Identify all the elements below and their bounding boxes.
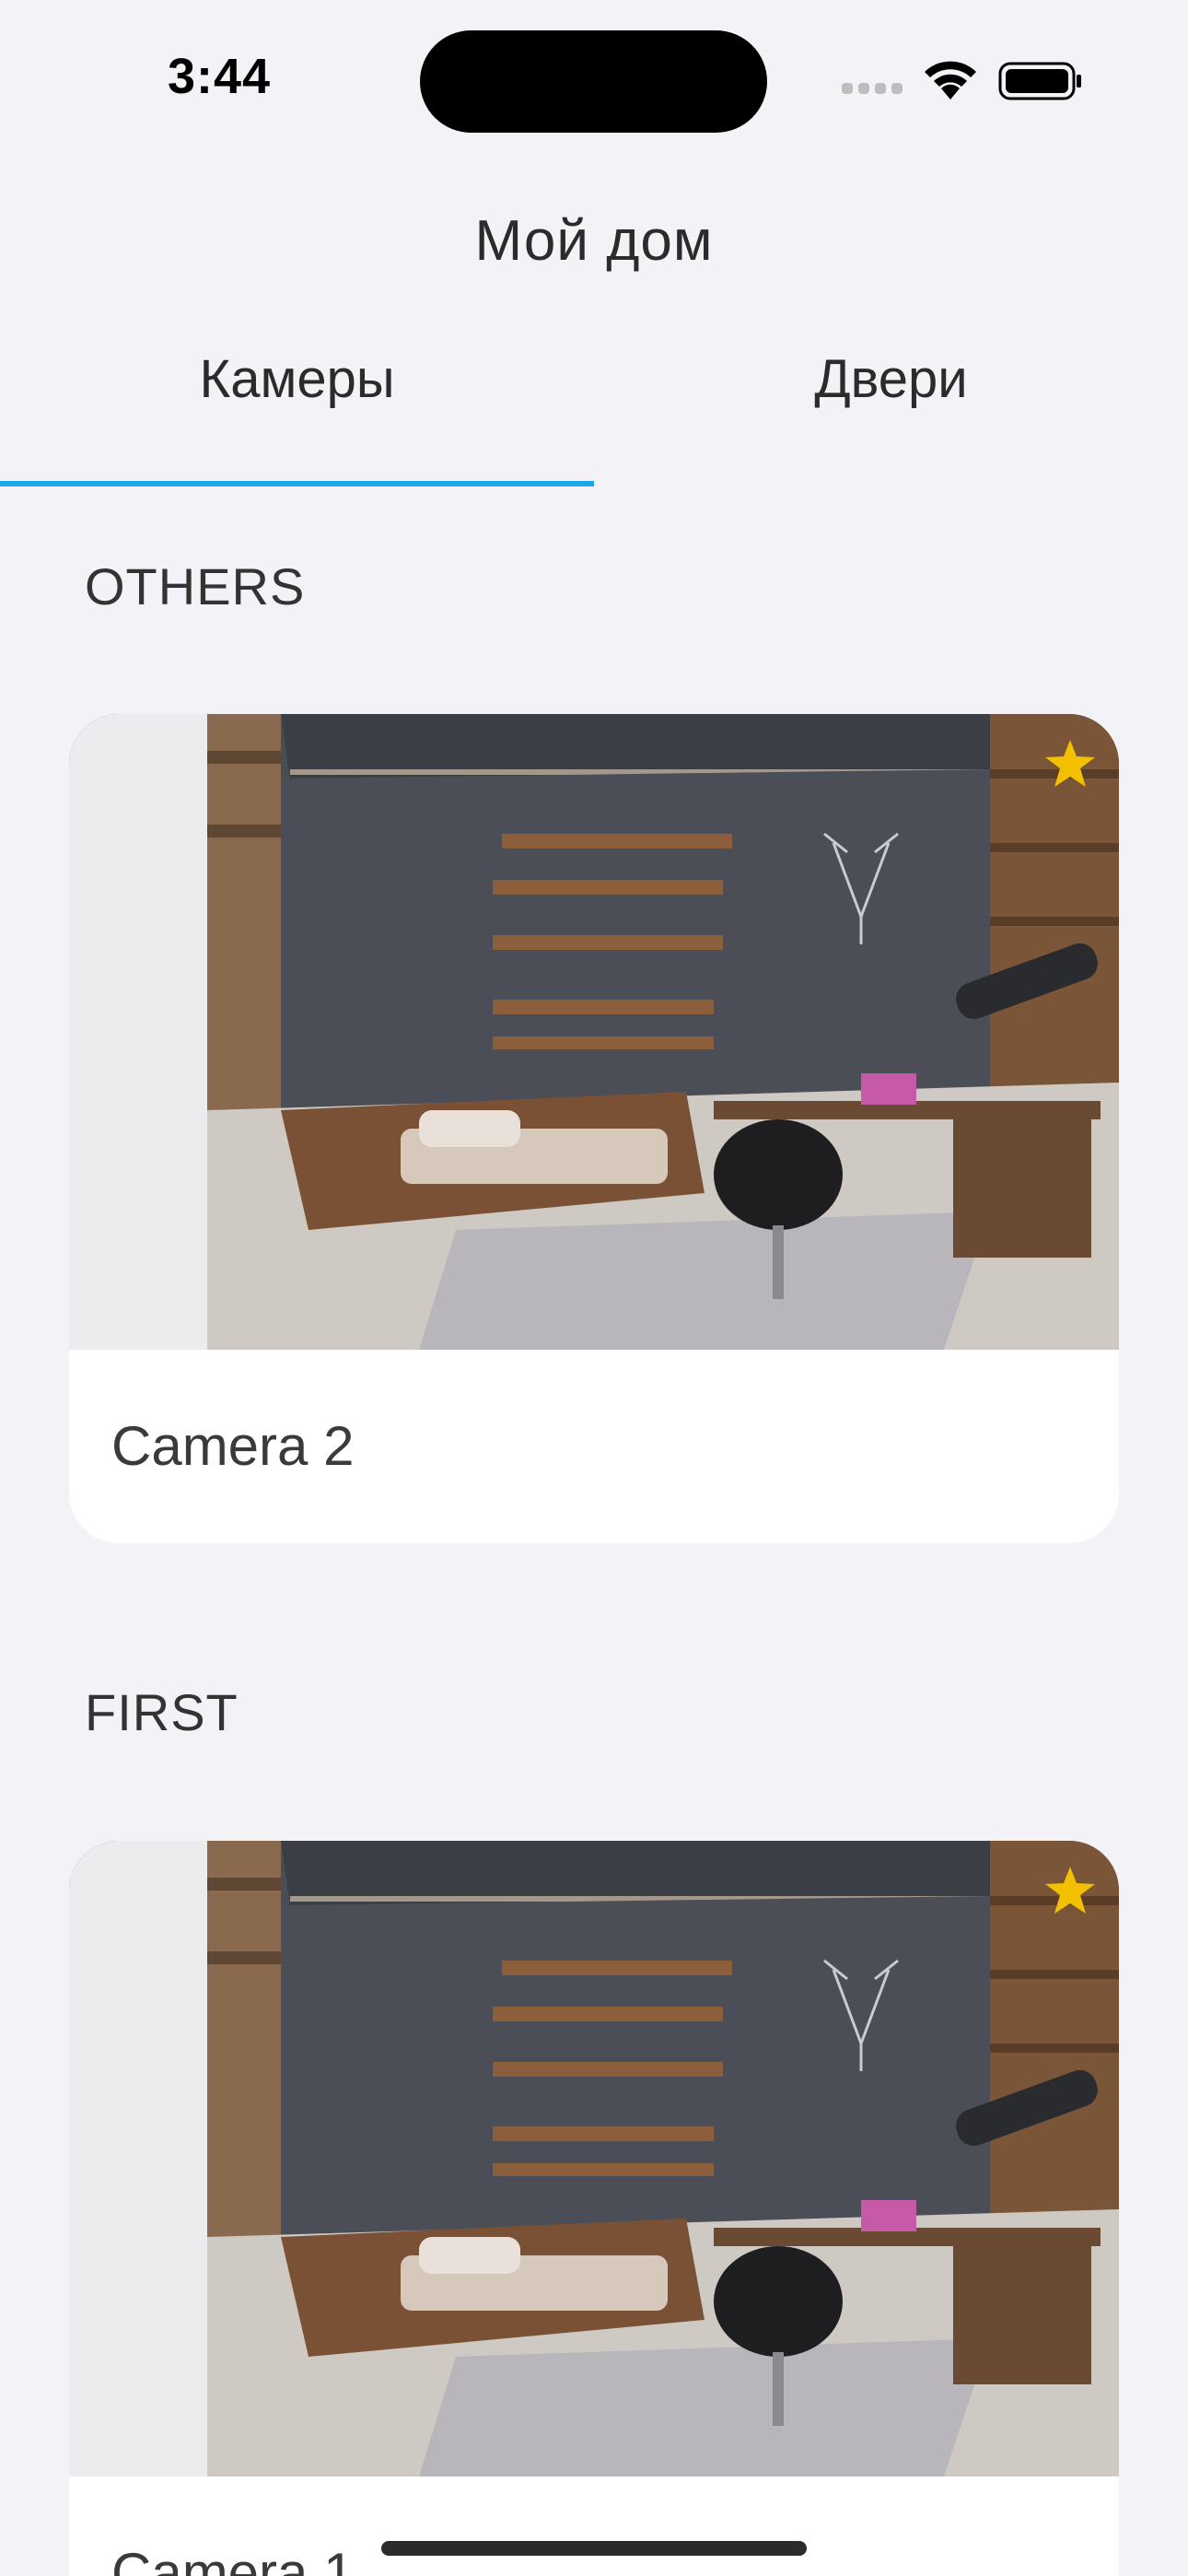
- section-title-others: OTHERS: [85, 557, 306, 615]
- battery-icon: [998, 62, 1081, 100]
- status-bar: 3:44: [0, 0, 1188, 157]
- camera-thumbnail: [69, 714, 1119, 1350]
- camera-card[interactable]: Camera 2: [69, 714, 1119, 1543]
- camera-snapshot-image: [69, 1841, 1119, 2476]
- tab-bar: Камеры Двери: [0, 332, 1188, 488]
- tab-cameras[interactable]: Камеры: [0, 332, 594, 485]
- home-indicator[interactable]: [381, 2541, 807, 2556]
- favorite-star-icon[interactable]: [1043, 738, 1097, 790]
- dynamic-island: [420, 30, 767, 133]
- status-time: 3:44: [168, 49, 272, 104]
- cellular-signal-icon: [842, 83, 904, 96]
- tab-doors[interactable]: Двери: [594, 332, 1188, 485]
- favorite-star-icon[interactable]: [1043, 1865, 1097, 1916]
- camera-name: Camera 1: [111, 2542, 355, 2576]
- camera-thumbnail: [69, 1841, 1119, 2476]
- section-title-first: FIRST: [85, 1683, 239, 1741]
- wifi-icon: [925, 61, 976, 100]
- tab-selected-indicator: [0, 481, 594, 486]
- page-title: Мой дом: [474, 209, 714, 273]
- camera-name: Camera 2: [111, 1415, 355, 1477]
- screen: 3:44 Мой дом Камеры Двери OTHERS Camera …: [0, 0, 1188, 2576]
- camera-card[interactable]: Camera 1: [69, 1841, 1119, 2576]
- camera-snapshot-image: [69, 714, 1119, 1350]
